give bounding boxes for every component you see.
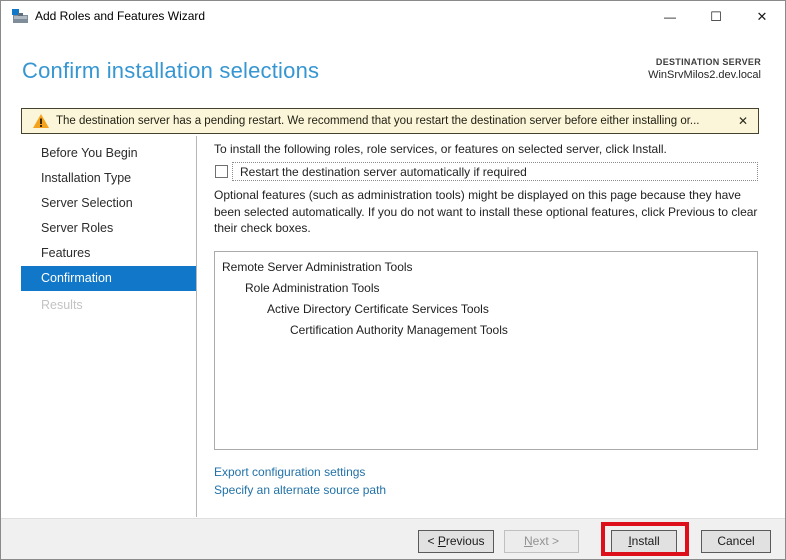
restart-checkbox-focus-rect[interactable]: Restart the destination server automatic…: [232, 162, 758, 181]
title-bar: Add Roles and Features Wizard — ☐ ✕: [1, 1, 785, 33]
banner-close-icon[interactable]: ✕: [738, 114, 748, 128]
list-item: Role Administration Tools: [215, 278, 757, 299]
destination-server-label: DESTINATION SERVER: [656, 57, 761, 67]
warning-icon: [33, 114, 49, 128]
close-button[interactable]: ✕: [739, 1, 785, 33]
list-item: Certification Authority Management Tools: [215, 320, 757, 341]
window-title: Add Roles and Features Wizard: [35, 9, 205, 23]
restart-checkbox[interactable]: [215, 165, 228, 178]
instruction-text: To install the following roles, role ser…: [214, 142, 759, 156]
sidebar-item-server-selection[interactable]: Server Selection: [1, 191, 196, 216]
sidebar-item-features[interactable]: Features: [1, 241, 196, 266]
maximize-button[interactable]: ☐: [693, 1, 739, 33]
list-item: Active Directory Certificate Services To…: [215, 299, 757, 320]
export-configuration-link[interactable]: Export configuration settings: [214, 465, 365, 479]
restart-checkbox-label[interactable]: Restart the destination server automatic…: [240, 165, 527, 179]
wizard-steps-sidebar: Before You Begin Installation Type Serve…: [1, 136, 196, 517]
sidebar-item-installation-type[interactable]: Installation Type: [1, 166, 196, 191]
selected-features-list[interactable]: Remote Server Administration Tools Role …: [214, 251, 758, 450]
optional-features-note: Optional features (such as administratio…: [214, 187, 766, 237]
destination-server-name: WinSrvMilos2.dev.local: [648, 69, 761, 81]
sidebar-item-before-you-begin[interactable]: Before You Begin: [1, 141, 196, 166]
minimize-button[interactable]: —: [647, 1, 693, 33]
server-manager-app-icon: [12, 9, 29, 25]
warning-message: The destination server has a pending res…: [56, 115, 700, 127]
add-roles-features-wizard-window: Add Roles and Features Wizard — ☐ ✕ Conf…: [0, 0, 786, 560]
pending-restart-warning-banner: The destination server has a pending res…: [21, 108, 759, 134]
alternate-source-path-link[interactable]: Specify an alternate source path: [214, 483, 386, 497]
cancel-button[interactable]: Cancel: [701, 530, 771, 553]
page-title: Confirm installation selections: [22, 58, 319, 84]
sidebar-item-results: Results: [1, 293, 196, 318]
sidebar-divider: [196, 136, 197, 517]
next-button: Next >: [504, 530, 579, 553]
install-button[interactable]: Install: [611, 530, 677, 553]
footer-button-bar: < Previous Next > Install Cancel: [1, 518, 785, 559]
previous-button[interactable]: < Previous: [418, 530, 494, 553]
sidebar-item-confirmation[interactable]: Confirmation: [1, 266, 196, 291]
list-item: Remote Server Administration Tools: [215, 252, 757, 278]
sidebar-item-server-roles[interactable]: Server Roles: [1, 216, 196, 241]
